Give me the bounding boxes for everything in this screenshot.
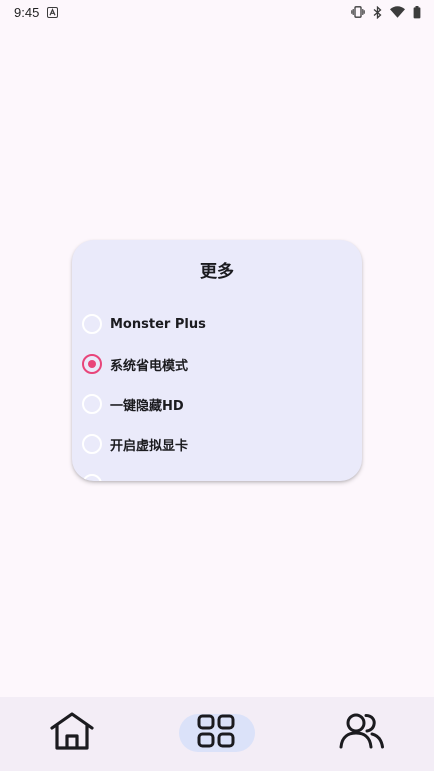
- option-partially-hidden[interactable]: [82, 464, 102, 481]
- radio-button[interactable]: [82, 434, 102, 454]
- status-right: [351, 5, 421, 19]
- wifi-icon: [390, 6, 405, 18]
- option-system-power-saving[interactable]: 系统省电模式: [82, 344, 188, 384]
- notification-a-icon: [47, 6, 59, 18]
- grid-icon: [197, 714, 237, 752]
- nav-users[interactable]: [324, 712, 400, 754]
- option-label: 系统省电模式: [110, 358, 189, 374]
- option-label: 一键隐藏HD: [110, 398, 184, 414]
- dialog-title: 更多: [200, 262, 234, 282]
- option-label: 开启虚拟显卡: [110, 438, 189, 454]
- option-monster-plus[interactable]: Monster Plus: [82, 304, 206, 344]
- option-virtual-gpu[interactable]: 开启虚拟显卡: [82, 424, 188, 464]
- radio-button[interactable]: [82, 474, 102, 481]
- status-time: 9:45: [14, 4, 40, 20]
- bottom-navigation: [0, 697, 434, 771]
- nav-home[interactable]: [34, 711, 110, 755]
- nav-apps[interactable]: [179, 714, 255, 752]
- bluetooth-icon: [373, 5, 382, 19]
- home-icon: [49, 711, 95, 755]
- vibrate-icon: [351, 6, 365, 18]
- status-bar: 9:45: [0, 0, 434, 24]
- battery-icon: [413, 5, 421, 19]
- radio-button[interactable]: [82, 394, 102, 414]
- users-icon: [339, 712, 385, 754]
- radio-button[interactable]: [82, 314, 102, 334]
- option-one-click-hide-hd[interactable]: 一键隐藏HD: [82, 384, 184, 424]
- status-left: 9:45: [14, 4, 59, 20]
- option-label: Monster Plus: [110, 316, 206, 332]
- radio-button-checked[interactable]: [82, 354, 102, 374]
- more-dialog: 更多 Monster Plus 系统省电模式 一键隐藏HD 开启虚拟显卡: [72, 240, 362, 481]
